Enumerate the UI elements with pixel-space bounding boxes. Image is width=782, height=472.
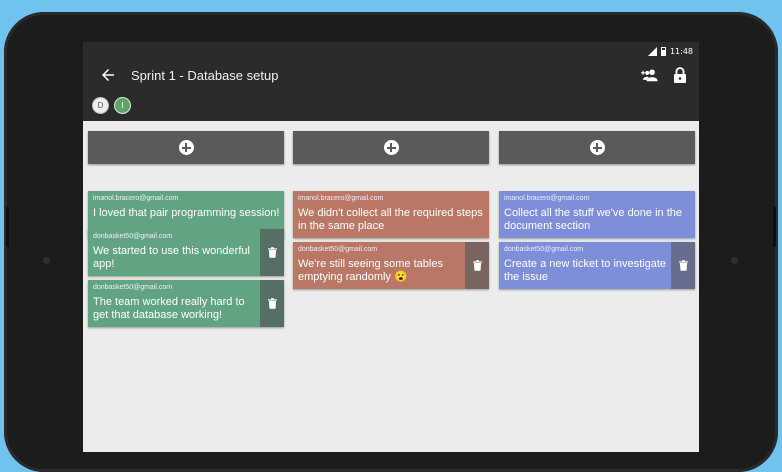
plus-icon bbox=[178, 140, 194, 155]
retro-card[interactable]: donbasket50@gmail.com Create a new ticke… bbox=[499, 242, 695, 289]
side-button-right bbox=[773, 207, 776, 247]
card-text: Collect all the stuff we've done in the … bbox=[504, 207, 683, 232]
retro-card[interactable]: donbasket50@gmail.com We're still seeing… bbox=[293, 242, 489, 289]
card-author: donbasket50@gmail.com bbox=[93, 233, 173, 240]
page-title: Sprint 1 - Database setup bbox=[131, 68, 279, 83]
plus-icon bbox=[383, 140, 399, 155]
card-author: donbasket50@gmail.com bbox=[93, 284, 173, 291]
status-time: 11:48 bbox=[669, 46, 693, 56]
retro-card[interactable]: donbasket50@gmail.com The team worked re… bbox=[88, 280, 284, 327]
lock-icon[interactable] bbox=[673, 67, 687, 83]
avatar[interactable]: I bbox=[114, 97, 131, 114]
card-author: imanol.bracero@gmail.com bbox=[298, 195, 384, 202]
delete-card-button[interactable] bbox=[260, 229, 284, 276]
add-card-button[interactable] bbox=[88, 131, 284, 164]
card-text: We started to use this wonderful app! bbox=[93, 245, 250, 270]
back-arrow-icon[interactable] bbox=[99, 66, 117, 84]
front-sensor-left bbox=[43, 257, 50, 264]
app-bar: 11:48 Sprint 1 - Database setup D I bbox=[83, 42, 699, 121]
card-author: imanol.bracero@gmail.com bbox=[504, 195, 590, 202]
trash-icon bbox=[472, 260, 482, 271]
card-author: donbasket50@gmail.com bbox=[504, 246, 584, 253]
delete-card-button[interactable] bbox=[260, 280, 284, 327]
retro-card[interactable]: imanol.bracero@gmail.com Collect all the… bbox=[499, 191, 695, 238]
status-bar: 11:48 bbox=[647, 44, 693, 58]
add-card-button[interactable] bbox=[499, 131, 695, 164]
signal-icon bbox=[647, 46, 657, 56]
add-user-icon[interactable] bbox=[641, 68, 659, 82]
board-column-blue: imanol.bracero@gmail.com Collect all the… bbox=[499, 131, 695, 289]
add-card-button[interactable] bbox=[293, 131, 489, 164]
battery-icon bbox=[660, 46, 666, 56]
delete-card-button[interactable] bbox=[671, 242, 695, 289]
card-text: The team worked really hard to get that … bbox=[93, 296, 245, 321]
board-column-green: imanol.bracero@gmail.com I loved that pa… bbox=[88, 131, 284, 327]
retro-card[interactable]: donbasket50@gmail.com We started to use … bbox=[88, 229, 284, 276]
avatar[interactable]: D bbox=[92, 97, 109, 114]
card-text: Create a new ticket to investigate the i… bbox=[504, 258, 667, 283]
retro-card[interactable]: imanol.bracero@gmail.com We didn't colle… bbox=[293, 191, 489, 238]
app-screen: 11:48 Sprint 1 - Database setup D I iman… bbox=[83, 42, 699, 452]
delete-card-button[interactable] bbox=[465, 242, 489, 289]
card-text: I loved that pair programming session! bbox=[93, 207, 280, 219]
front-sensor-right bbox=[731, 257, 738, 264]
trash-icon bbox=[267, 247, 277, 258]
trash-icon bbox=[678, 260, 688, 271]
card-author: imanol.bracero@gmail.com bbox=[93, 195, 179, 202]
card-text: We didn't collect all the required steps… bbox=[298, 207, 483, 232]
card-author: donbasket50@gmail.com bbox=[298, 246, 378, 253]
participant-avatars: D I bbox=[92, 97, 131, 114]
side-button-left bbox=[6, 207, 9, 247]
plus-icon bbox=[589, 140, 605, 155]
trash-icon bbox=[267, 298, 277, 309]
card-text: We're still seeing some tables emptying … bbox=[298, 258, 443, 283]
board-column-red: imanol.bracero@gmail.com We didn't colle… bbox=[293, 131, 489, 289]
